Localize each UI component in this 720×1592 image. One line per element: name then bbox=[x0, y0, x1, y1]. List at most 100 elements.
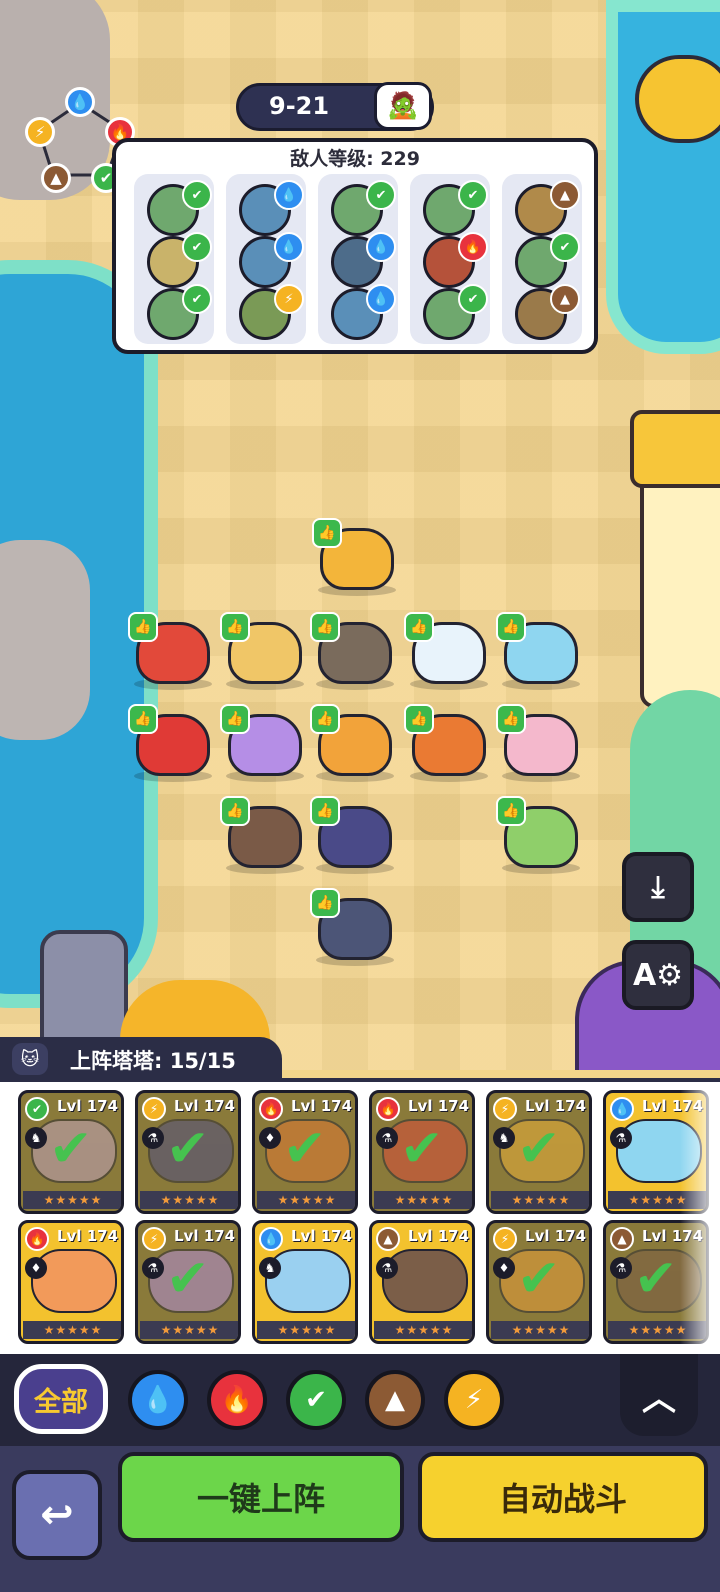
collapse-button[interactable]: ︿ bbox=[620, 1354, 698, 1436]
enemy-column: ▲ ✔ ▲ bbox=[502, 174, 582, 344]
card-level: Lvl 174 bbox=[57, 1097, 119, 1115]
grass-icon: ✔ bbox=[458, 284, 488, 314]
fire-icon: 🔥 bbox=[458, 232, 488, 262]
deployed-unit[interactable]: 👍 bbox=[496, 612, 582, 690]
tower-card[interactable]: ⚡ Lvl 174 ♞ ★★★★★ ✔ bbox=[486, 1090, 592, 1214]
deployed-unit[interactable]: 👍 bbox=[220, 612, 306, 690]
auto-battle-button[interactable]: 自动战斗 bbox=[418, 1452, 708, 1542]
roster-fade bbox=[680, 1082, 720, 1358]
thumbs-up-icon: 👍 bbox=[404, 704, 434, 734]
water-icon: 💧 bbox=[274, 180, 304, 210]
deployed-unit[interactable]: 👍 bbox=[128, 704, 214, 782]
star-rating: ★★★★★ bbox=[23, 1191, 121, 1209]
enemy-column: ✔ ✔ ✔ bbox=[134, 174, 214, 344]
card-art bbox=[31, 1249, 117, 1313]
card-level: Lvl 174 bbox=[408, 1097, 470, 1115]
card-level: Lvl 174 bbox=[525, 1097, 587, 1115]
rock-decoration bbox=[0, 540, 90, 740]
filter-light-icon[interactable]: ⚡ bbox=[444, 1370, 504, 1430]
deployed-unit[interactable]: 👍 bbox=[404, 612, 490, 690]
earth-icon: ▲ bbox=[41, 163, 71, 193]
tower-card[interactable]: 🔥 Lvl 174 ⚗ ★★★★★ ✔ bbox=[369, 1090, 475, 1214]
tower-card[interactable]: ⚡ Lvl 174 ⚗ ★★★★★ ✔ bbox=[135, 1090, 241, 1214]
star-rating: ★★★★★ bbox=[374, 1321, 472, 1339]
light-icon: ⚡ bbox=[142, 1227, 166, 1251]
enemy-panel: 敌人等级: 229 ✔ ✔ ✔ 💧 💧 ⚡ ✔ 💧 💧 ✔ 🔥 ✔ ▲ ✔ ▲ bbox=[112, 138, 598, 354]
back-button[interactable]: ↩ bbox=[12, 1470, 102, 1560]
enemy-column: ✔ 🔥 ✔ bbox=[410, 174, 490, 344]
filter-earth-icon[interactable]: ▲ bbox=[365, 1370, 425, 1430]
star-rating: ★★★★★ bbox=[491, 1321, 589, 1339]
check-icon: ✔ bbox=[400, 1119, 444, 1179]
water-icon: 💧 bbox=[274, 232, 304, 262]
zombie-question-icon[interactable]: 🧟 bbox=[374, 82, 432, 130]
earth-icon: ▲ bbox=[550, 180, 580, 210]
enemy-level: 敌人等级: 229 bbox=[290, 148, 420, 170]
deployed-unit[interactable]: 👍 bbox=[310, 612, 396, 690]
card-level: Lvl 174 bbox=[174, 1097, 236, 1115]
check-icon: ✔ bbox=[517, 1119, 561, 1179]
deployed-unit[interactable]: 👍 bbox=[404, 704, 490, 782]
deployed-unit[interactable]: 👍 bbox=[312, 518, 398, 596]
check-icon: ✔ bbox=[49, 1119, 93, 1179]
deployed-unit[interactable]: 👍 bbox=[496, 796, 582, 874]
deployed-unit[interactable]: 👍 bbox=[496, 704, 582, 782]
light-icon: ⚡ bbox=[493, 1097, 517, 1121]
tower-card[interactable]: 🔥 Lvl 174 ♦ ★★★★★ bbox=[18, 1220, 124, 1344]
water-icon: 💧 bbox=[65, 87, 95, 117]
card-level: Lvl 174 bbox=[525, 1227, 587, 1245]
role-icon: ⚗ bbox=[142, 1257, 164, 1279]
water-icon: 💧 bbox=[610, 1097, 634, 1121]
filter-grass-icon[interactable]: ✔ bbox=[286, 1370, 346, 1430]
grass-icon: ✔ bbox=[182, 232, 212, 262]
grass-icon: ✔ bbox=[182, 180, 212, 210]
deployed-unit[interactable]: 👍 bbox=[310, 888, 396, 966]
water-pool-right bbox=[606, 0, 720, 354]
star-rating: ★★★★★ bbox=[140, 1321, 238, 1339]
enemy-column: 💧 💧 ⚡ bbox=[226, 174, 306, 344]
return-arrow-icon: ↩ bbox=[40, 1492, 74, 1538]
star-rating: ★★★★★ bbox=[257, 1191, 355, 1209]
grass-icon: ✔ bbox=[25, 1097, 49, 1121]
filter-fire-icon[interactable]: 🔥 bbox=[207, 1370, 267, 1430]
deployed-unit[interactable]: 👍 bbox=[310, 704, 396, 782]
card-level: Lvl 174 bbox=[57, 1227, 119, 1245]
rubber-duck-decoration bbox=[635, 55, 720, 143]
tower-card[interactable]: 💧 Lvl 174 ♞ ★★★★★ bbox=[252, 1220, 358, 1344]
card-level: Lvl 174 bbox=[408, 1227, 470, 1245]
roster-panel[interactable]: ✔ Lvl 174 ♞ ★★★★★ ✔ ⚡ Lvl 174 ⚗ ★★★★★ ✔ 🔥 Lvl 174 ♦ ★… bbox=[0, 1078, 720, 1358]
deployed-unit[interactable]: 👍 bbox=[220, 704, 306, 782]
star-rating: ★★★★★ bbox=[140, 1191, 238, 1209]
tower-card[interactable]: 🔥 Lvl 174 ♦ ★★★★★ ✔ bbox=[252, 1090, 358, 1214]
stage-indicator: 9-21 🧟 bbox=[236, 82, 434, 131]
fire-icon: 🔥 bbox=[376, 1097, 400, 1121]
role-icon: ♞ bbox=[259, 1257, 281, 1279]
deployed-unit[interactable]: 👍 bbox=[220, 796, 306, 874]
role-icon: ♞ bbox=[25, 1127, 47, 1149]
light-icon: ⚡ bbox=[274, 284, 304, 314]
chevron-up-icon: ︿ bbox=[642, 1378, 676, 1419]
thumbs-up-icon: 👍 bbox=[496, 796, 526, 826]
tower-card[interactable]: ⚡ Lvl 174 ♦ ★★★★★ ✔ bbox=[486, 1220, 592, 1344]
tower-card[interactable]: ▲ Lvl 174 ⚗ ★★★★★ bbox=[369, 1220, 475, 1344]
lightning-icon: ⚡ bbox=[25, 117, 55, 147]
one-click-deploy-button[interactable]: 一键上阵 bbox=[118, 1452, 404, 1542]
deployed-unit[interactable]: 👍 bbox=[310, 796, 396, 874]
fire-icon: 🔥 bbox=[25, 1227, 49, 1251]
tower-card[interactable]: ✔ Lvl 174 ♞ ★★★★★ ✔ bbox=[18, 1090, 124, 1214]
tower-card[interactable]: ⚡ Lvl 174 ⚗ ★★★★★ ✔ bbox=[135, 1220, 241, 1344]
role-icon: ♞ bbox=[493, 1127, 515, 1149]
deployed-unit[interactable]: 👍 bbox=[128, 612, 214, 690]
none-icon: ✔ bbox=[366, 180, 396, 210]
download-button[interactable]: ⤓ bbox=[622, 852, 694, 922]
cat-icon: 🐱 bbox=[12, 1043, 48, 1075]
role-icon: ♦ bbox=[25, 1257, 47, 1279]
card-level: Lvl 174 bbox=[291, 1097, 353, 1115]
filter-all-button[interactable]: 全部 bbox=[14, 1364, 108, 1434]
role-icon: ⚗ bbox=[376, 1257, 398, 1279]
element-filter-bar: 全部 💧 🔥 ✔ ▲ ⚡ ︿ bbox=[0, 1354, 720, 1446]
card-art bbox=[265, 1249, 351, 1313]
earth-icon: ▲ bbox=[610, 1227, 634, 1251]
filter-water-icon[interactable]: 💧 bbox=[128, 1370, 188, 1430]
auto-settings-button[interactable]: A⚙ bbox=[622, 940, 694, 1010]
